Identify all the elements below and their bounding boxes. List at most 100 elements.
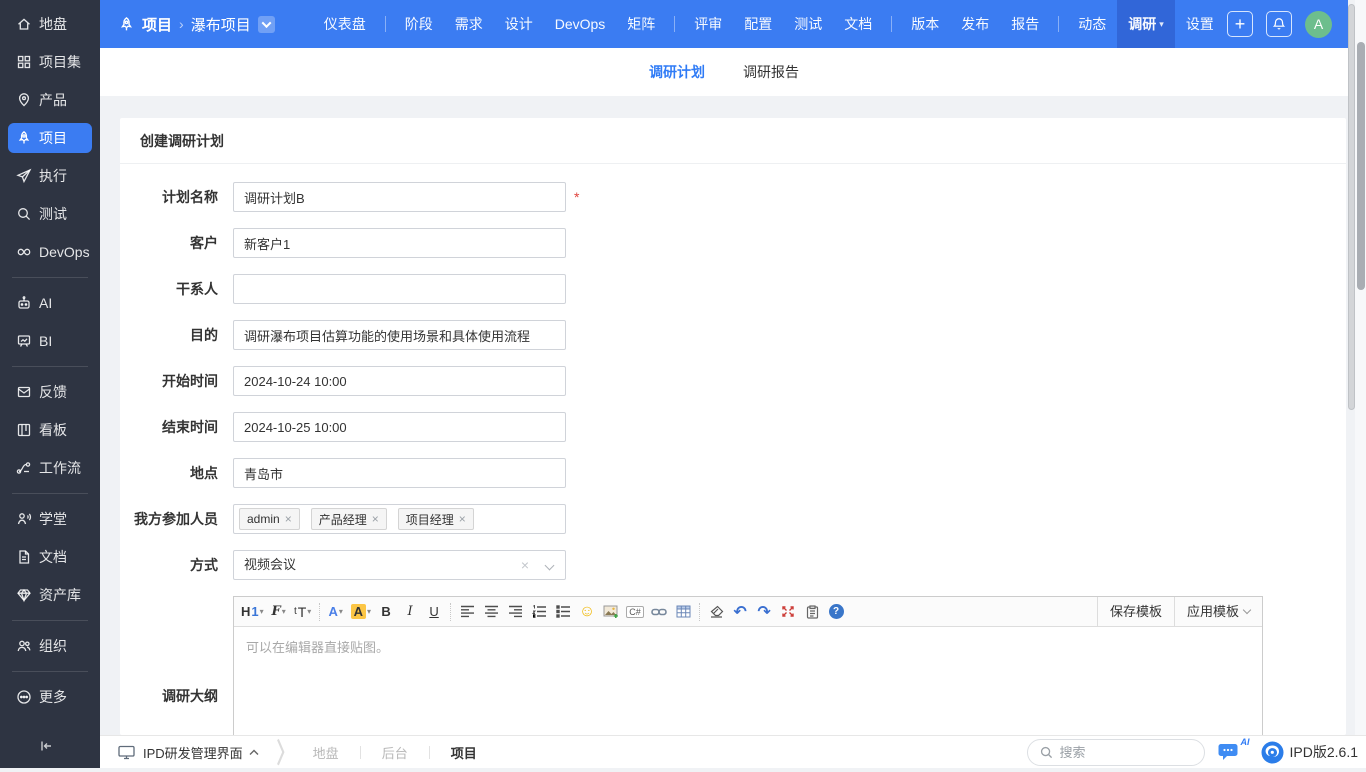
insert-image-button[interactable] xyxy=(599,599,623,625)
content-scrollbar-thumb[interactable] xyxy=(1348,4,1355,410)
align-left-button[interactable] xyxy=(455,599,479,625)
nav-item-config[interactable]: 配置 xyxy=(733,0,783,48)
sidebar-item-more[interactable]: 更多 xyxy=(0,678,100,716)
stakeholder-input[interactable] xyxy=(233,274,566,304)
sidebar-item-test[interactable]: 测试 xyxy=(0,195,100,233)
add-button[interactable]: + xyxy=(1227,11,1253,37)
sidebar-item-devops[interactable]: DevOps xyxy=(0,233,100,271)
font-family-button[interactable]: F▾ xyxy=(267,599,291,625)
insert-code-button[interactable]: C# xyxy=(623,599,647,625)
help-button[interactable]: ? xyxy=(824,599,848,625)
sidebar-item-project-set[interactable]: 项目集 xyxy=(0,43,100,81)
nav-item-build[interactable]: 版本 xyxy=(900,0,950,48)
nav-item-doc[interactable]: 文档 xyxy=(833,0,883,48)
rocket-icon xyxy=(118,16,135,33)
sidebar-collapse-button[interactable] xyxy=(34,734,58,758)
nav-item-test[interactable]: 测试 xyxy=(783,0,833,48)
nav-item-review[interactable]: 评审 xyxy=(683,0,733,48)
nav-item-release[interactable]: 发布 xyxy=(950,0,1000,48)
align-center-button[interactable] xyxy=(479,599,503,625)
remove-tag-icon[interactable]: × xyxy=(285,512,292,526)
apply-template-button[interactable]: 应用模板 xyxy=(1174,597,1262,627)
nav-item-matrix[interactable]: 矩阵 xyxy=(616,0,666,48)
notification-button[interactable] xyxy=(1266,11,1292,37)
nav-item-settings[interactable]: 设置 xyxy=(1175,0,1225,48)
sidebar-item-ai[interactable]: AI xyxy=(0,284,100,322)
sidebar-item-bi[interactable]: BI xyxy=(0,322,100,360)
remove-tag-icon[interactable]: × xyxy=(372,512,379,526)
app-switcher[interactable]: IPD研发管理界面 xyxy=(143,743,259,762)
participants-input[interactable]: admin × 产品经理 × 项目经理 × xyxy=(233,504,566,534)
redo-button[interactable]: ↷ xyxy=(752,599,776,625)
remove-tag-icon[interactable]: × xyxy=(459,512,466,526)
statusbar-crumb-project[interactable]: 项目 xyxy=(451,743,477,762)
user-avatar[interactable]: A xyxy=(1305,11,1332,38)
method-select[interactable]: 视频会议 × xyxy=(233,550,566,580)
nav-item-devops[interactable]: DevOps xyxy=(544,0,617,48)
project-switcher-button[interactable] xyxy=(258,16,275,33)
insert-table-button[interactable] xyxy=(671,599,695,625)
nav-item-stage[interactable]: 阶段 xyxy=(394,0,444,48)
breadcrumb-root[interactable]: 项目 xyxy=(142,14,172,35)
participant-tag[interactable]: 产品经理 × xyxy=(311,508,387,530)
underline-button[interactable]: U xyxy=(422,599,446,625)
sidebar-item-execution[interactable]: 执行 xyxy=(0,157,100,195)
fullscreen-button[interactable] xyxy=(776,599,800,625)
scrollbar-thumb[interactable] xyxy=(1357,42,1365,290)
ai-assistant-button[interactable]: AI xyxy=(1218,741,1248,763)
nav-item-design[interactable]: 设计 xyxy=(494,0,544,48)
participant-tag[interactable]: admin × xyxy=(239,508,300,530)
start-time-input[interactable] xyxy=(233,366,566,396)
sidebar-item-feedback[interactable]: 反馈 xyxy=(0,373,100,411)
font-color-button[interactable]: A▾ xyxy=(324,599,348,625)
save-template-button[interactable]: 保存模板 xyxy=(1097,597,1174,627)
align-right-button[interactable] xyxy=(503,599,527,625)
purpose-input[interactable] xyxy=(233,320,566,350)
app-name: IPD研发管理界面 xyxy=(143,743,243,762)
nav-item-report[interactable]: 报告 xyxy=(1000,0,1050,48)
execution-icon xyxy=(16,168,32,184)
breadcrumb-current[interactable]: 瀑布项目 xyxy=(191,14,251,35)
sidebar-item-home[interactable]: 地盘 xyxy=(0,5,100,43)
sidebar-item-project[interactable]: 项目 xyxy=(8,123,92,153)
insert-link-button[interactable] xyxy=(647,599,671,625)
ordered-list-button[interactable] xyxy=(527,599,551,625)
sidebar-item-org[interactable]: 组织 xyxy=(0,627,100,665)
tab-research-report[interactable]: 调研报告 xyxy=(743,62,799,82)
statusbar-crumb-admin[interactable]: 后台 xyxy=(382,743,408,762)
sidebar-item-college[interactable]: 学堂 xyxy=(0,500,100,538)
nav-item-dynamic[interactable]: 动态 xyxy=(1067,0,1117,48)
heading-button[interactable]: H1▾ xyxy=(238,599,267,625)
plan-name-input[interactable] xyxy=(233,182,566,212)
remove-format-button[interactable] xyxy=(704,599,728,625)
statusbar-crumb-home[interactable]: 地盘 xyxy=(313,743,339,762)
paste-button[interactable] xyxy=(800,599,824,625)
nav-item-research[interactable]: 调研 ▾ xyxy=(1117,0,1175,48)
clear-icon[interactable]: × xyxy=(521,558,529,572)
italic-button[interactable]: I xyxy=(398,599,422,625)
window-scrollbar[interactable] xyxy=(1355,0,1366,735)
location-input[interactable] xyxy=(233,458,566,488)
search-input[interactable] xyxy=(1060,745,1180,760)
end-time-input[interactable] xyxy=(233,412,566,442)
undo-button[interactable]: ↶ xyxy=(728,599,752,625)
customer-input[interactable] xyxy=(233,228,566,258)
font-size-button[interactable]: tT▾ xyxy=(291,599,315,625)
tab-research-plan[interactable]: 调研计划 xyxy=(649,62,705,82)
bold-button[interactable]: B xyxy=(374,599,398,625)
brand-logo-icon[interactable] xyxy=(1261,741,1284,764)
unordered-list-button[interactable] xyxy=(551,599,575,625)
sidebar-item-assets[interactable]: 资产库 xyxy=(0,576,100,614)
sidebar-item-kanban[interactable]: 看板 xyxy=(0,411,100,449)
sidebar-divider xyxy=(12,493,88,494)
emoji-button[interactable]: ☺ xyxy=(575,599,599,625)
editor-content-area[interactable]: 可以在编辑器直接贴图。 xyxy=(234,627,1262,735)
sidebar-item-product[interactable]: 产品 xyxy=(0,81,100,119)
global-search[interactable] xyxy=(1027,739,1205,766)
highlight-color-button[interactable]: A▾ xyxy=(348,599,374,625)
sidebar-item-workflow[interactable]: 工作流 xyxy=(0,449,100,487)
participant-tag[interactable]: 项目经理 × xyxy=(398,508,474,530)
nav-item-story[interactable]: 需求 xyxy=(444,0,494,48)
sidebar-item-doc[interactable]: 文档 xyxy=(0,538,100,576)
nav-item-dashboard[interactable]: 仪表盘 xyxy=(313,0,377,48)
